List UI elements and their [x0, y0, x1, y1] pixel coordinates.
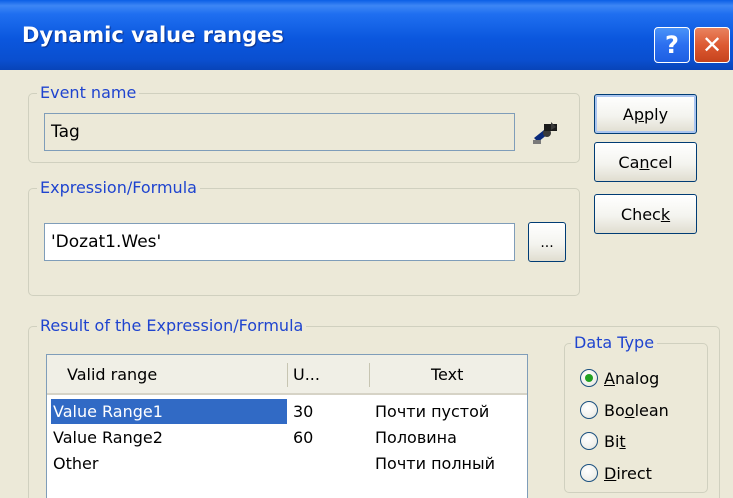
row-text: Почти полный — [375, 454, 496, 473]
data-type-legend: Data Type — [571, 332, 658, 354]
apply-button[interactable]: Ap ply — [594, 94, 697, 134]
radio-label-post: lean — [634, 400, 669, 420]
column-header-value[interactable]: U... — [293, 355, 320, 393]
window-title: Dynamic value ranges — [22, 23, 284, 47]
radio-circle — [580, 432, 598, 450]
cancel-label-mnemonic: n — [639, 152, 650, 172]
check-button[interactable]: Chec k — [594, 194, 697, 234]
expression-input[interactable]: 'Dozat1.Wes' — [44, 223, 515, 261]
radio-label-mnemonic: A — [604, 368, 615, 388]
list-row[interactable]: Other Почти полный — [47, 451, 527, 476]
title-bar: Dynamic value ranges ? ✕ — [0, 0, 733, 70]
help-button[interactable]: ? — [654, 27, 690, 63]
check-label-mnemonic: k — [660, 204, 671, 224]
radio-label-mnemonic: o — [624, 400, 635, 420]
cancel-label-pre: Ca — [618, 152, 640, 172]
close-icon: ✕ — [701, 31, 723, 59]
radio-direct[interactable]: Direct — [580, 460, 652, 486]
row-range: Value Range2 — [53, 428, 163, 447]
apply-label-pre: A — [622, 104, 634, 124]
column-header-text[interactable]: Text — [431, 355, 463, 393]
check-label-pre: Chec — [620, 204, 661, 224]
radio-selected-dot — [585, 374, 593, 382]
event-name-legend: Event name — [37, 82, 140, 104]
row-range: Value Range1 — [53, 402, 163, 421]
radio-analog[interactable]: Analog — [580, 365, 659, 391]
close-button[interactable]: ✕ — [694, 27, 730, 63]
radio-boolean[interactable]: Bo o lean — [580, 397, 669, 423]
apply-label-post: ply — [644, 104, 669, 124]
radio-label-mnemonic: D — [604, 463, 617, 483]
value-range-list[interactable]: Valid range U... Text Value Range1 30 По… — [46, 354, 528, 498]
radio-bit[interactable]: Bi t — [580, 428, 626, 454]
radio-label-post: nalog — [614, 368, 660, 388]
browse-button[interactable]: ... — [528, 222, 566, 262]
cancel-label-post: cel — [649, 152, 673, 172]
list-row[interactable]: Value Range1 30 Почти пустой — [47, 399, 527, 424]
apply-label-mnemonic: p — [633, 104, 645, 124]
tag-selection-icon[interactable] — [530, 118, 560, 146]
radio-circle — [580, 401, 598, 419]
list-header: Valid range U... Text — [47, 355, 527, 395]
row-value: 30 — [293, 402, 314, 421]
result-legend: Result of the Expression/Formula — [37, 315, 307, 337]
column-divider[interactable] — [369, 363, 370, 387]
radio-circle — [580, 464, 598, 482]
row-text: Половина — [375, 428, 457, 447]
row-value: 60 — [293, 428, 314, 447]
radio-label-pre: Bo — [604, 400, 625, 420]
column-header-valid-range[interactable]: Valid range — [67, 355, 157, 393]
radio-label-pre: Bi — [604, 431, 620, 451]
help-icon: ? — [665, 31, 679, 59]
radio-label-post: irect — [616, 463, 652, 483]
cancel-button[interactable]: Ca n cel — [594, 142, 697, 182]
browse-label: ... — [540, 235, 554, 251]
column-divider[interactable] — [287, 363, 288, 387]
list-row[interactable]: Value Range2 60 Половина — [47, 425, 527, 450]
event-name-field: Tag — [44, 113, 515, 151]
row-range: Other — [53, 454, 99, 473]
expression-legend: Expression/Formula — [37, 177, 200, 199]
radio-circle — [580, 369, 598, 387]
radio-label-mnemonic: t — [619, 431, 626, 451]
row-text: Почти пустой — [375, 402, 490, 421]
